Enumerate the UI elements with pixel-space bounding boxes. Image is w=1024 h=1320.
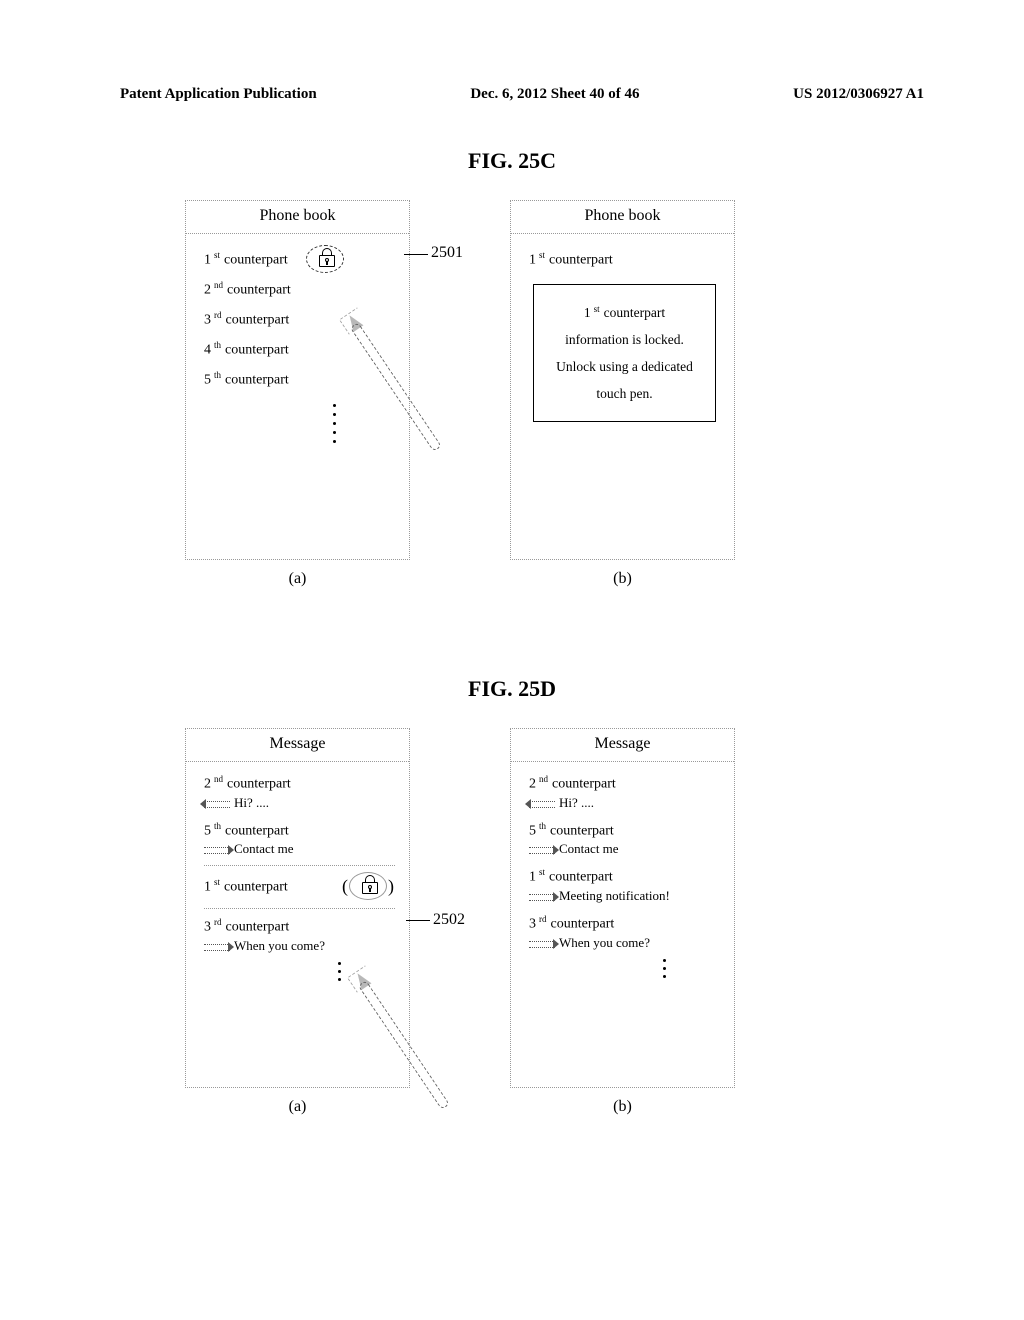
figure-25d-b: Message 2ndcounterpart Hi? .... 5thcount… — [510, 728, 735, 1116]
arrow-right-icon — [529, 940, 555, 948]
message-preview: Hi? .... — [204, 795, 395, 811]
message-item-1st-locked[interactable]: 1stcounterpart ( ) — [204, 865, 395, 909]
figure-25c-a: Phone book 1stcounterpart 2ndcoun — [185, 200, 410, 588]
contact-label: 5thcounterpart — [204, 370, 289, 389]
header-right: US 2012/0306927 A1 — [793, 86, 924, 103]
reference-leader — [406, 920, 430, 921]
message-sender: 1stcounterpart — [529, 867, 720, 886]
lock-marker — [349, 872, 387, 900]
app-title: Message — [511, 729, 734, 762]
sub-caption-a: (a) — [289, 570, 307, 588]
message-sender: 2ndcounterpart — [204, 774, 395, 793]
figure-25d-title: FIG. 25D — [0, 676, 1024, 702]
sub-caption-b: (b) — [613, 1098, 632, 1116]
phone-frame: Phone book 1stcounterpart 2ndcoun — [185, 200, 410, 560]
app-title: Phone book — [511, 201, 734, 234]
message-sender: 1stcounterpart — [204, 877, 288, 896]
contact-label: 3rdcounterpart — [204, 310, 289, 329]
message-preview: When you come? — [529, 935, 720, 951]
arrow-right-icon — [529, 846, 555, 854]
arrow-right-icon — [529, 893, 555, 901]
phonebook-list: 1stcounterpart 2ndcounterpart — [186, 234, 409, 556]
message-list: 2ndcounterpart Hi? .... 5thcounterpart C… — [511, 762, 734, 1084]
lock-icon — [360, 875, 382, 897]
arrow-right-icon — [204, 846, 230, 854]
arrow-right-icon — [204, 943, 230, 951]
message-sender: 3rdcounterpart — [529, 914, 720, 933]
figure-25c: Phone book 1stcounterpart 2ndcoun — [185, 200, 735, 588]
paren-right: ) — [388, 877, 394, 895]
phone-frame: Message 2ndcounterpart Hi? .... 5thcount… — [510, 728, 735, 1088]
message-preview: Contact me — [204, 841, 395, 857]
lock-icon — [317, 248, 339, 270]
message-item-5th[interactable]: 5thcounterpart Contact me — [529, 819, 720, 860]
message-item-1st[interactable]: 1stcounterpart Meeting notification! — [529, 865, 720, 906]
locked-info-dialog: 1stcounterpart information is locked. Un… — [533, 284, 716, 422]
message-preview: Meeting notification! — [529, 888, 720, 904]
phonebook-detail: 1stcounterpart 1stcounterpart informatio… — [511, 234, 734, 556]
arrow-left-icon — [529, 800, 555, 808]
page-header: Patent Application Publication Dec. 6, 2… — [120, 86, 924, 103]
contact-item-1[interactable]: 1stcounterpart — [204, 244, 395, 274]
message-sender: 5thcounterpart — [204, 821, 395, 840]
arrow-left-icon — [204, 800, 230, 808]
selected-contact: 1stcounterpart — [529, 244, 720, 274]
sub-caption-a: (a) — [289, 1098, 307, 1116]
reference-number-2502: 2502 — [433, 911, 465, 929]
stylus-icon — [342, 938, 482, 1098]
phone-frame: Message 2ndcounterpart Hi? .... 5thcount… — [185, 728, 410, 1088]
message-list: 2ndcounterpart Hi? .... 5thcounterpart C… — [186, 762, 409, 1084]
app-title: Message — [186, 729, 409, 762]
stylus-icon — [334, 280, 474, 440]
reference-leader — [404, 254, 428, 255]
message-item-2nd[interactable]: 2ndcounterpart Hi? .... — [204, 772, 395, 813]
message-sender: 3rdcounterpart — [204, 917, 395, 936]
lock-marker — [306, 245, 344, 273]
ellipsis-icon — [609, 959, 720, 978]
message-preview: Contact me — [529, 841, 720, 857]
app-title: Phone book — [186, 201, 409, 234]
info-line-4: touch pen. — [544, 380, 705, 407]
contact-label: 1stcounterpart — [204, 250, 288, 269]
info-line-1: 1stcounterpart — [544, 299, 705, 326]
message-preview: Hi? .... — [529, 795, 720, 811]
info-line-3: Unlock using a dedicated — [544, 353, 705, 380]
contact-label: 2ndcounterpart — [204, 280, 291, 299]
reference-number-2501: 2501 — [431, 244, 463, 262]
lock-group: ( ) — [341, 872, 395, 900]
info-line-2: information is locked. — [544, 326, 705, 353]
contact-label: 4thcounterpart — [204, 340, 289, 359]
figure-25d: Message 2ndcounterpart Hi? .... 5thcount… — [185, 728, 735, 1116]
figure-25d-a: Message 2ndcounterpart Hi? .... 5thcount… — [185, 728, 410, 1116]
message-item-3rd[interactable]: 3rdcounterpart When you come? — [529, 912, 720, 953]
paren-left: ( — [342, 877, 348, 895]
contact-label: 1stcounterpart — [529, 250, 613, 269]
figure-25c-b: Phone book 1stcounterpart 1stcounterpart… — [510, 200, 735, 588]
phone-frame: Phone book 1stcounterpart 1stcounterpart… — [510, 200, 735, 560]
header-left: Patent Application Publication — [120, 86, 317, 103]
message-item-2nd[interactable]: 2ndcounterpart Hi? .... — [529, 772, 720, 813]
sub-caption-b: (b) — [613, 570, 632, 588]
message-item-5th[interactable]: 5thcounterpart Contact me — [204, 819, 395, 860]
header-center: Dec. 6, 2012 Sheet 40 of 46 — [470, 86, 639, 103]
figure-25c-title: FIG. 25C — [0, 148, 1024, 174]
message-sender: 5thcounterpart — [529, 821, 720, 840]
message-sender: 2ndcounterpart — [529, 774, 720, 793]
